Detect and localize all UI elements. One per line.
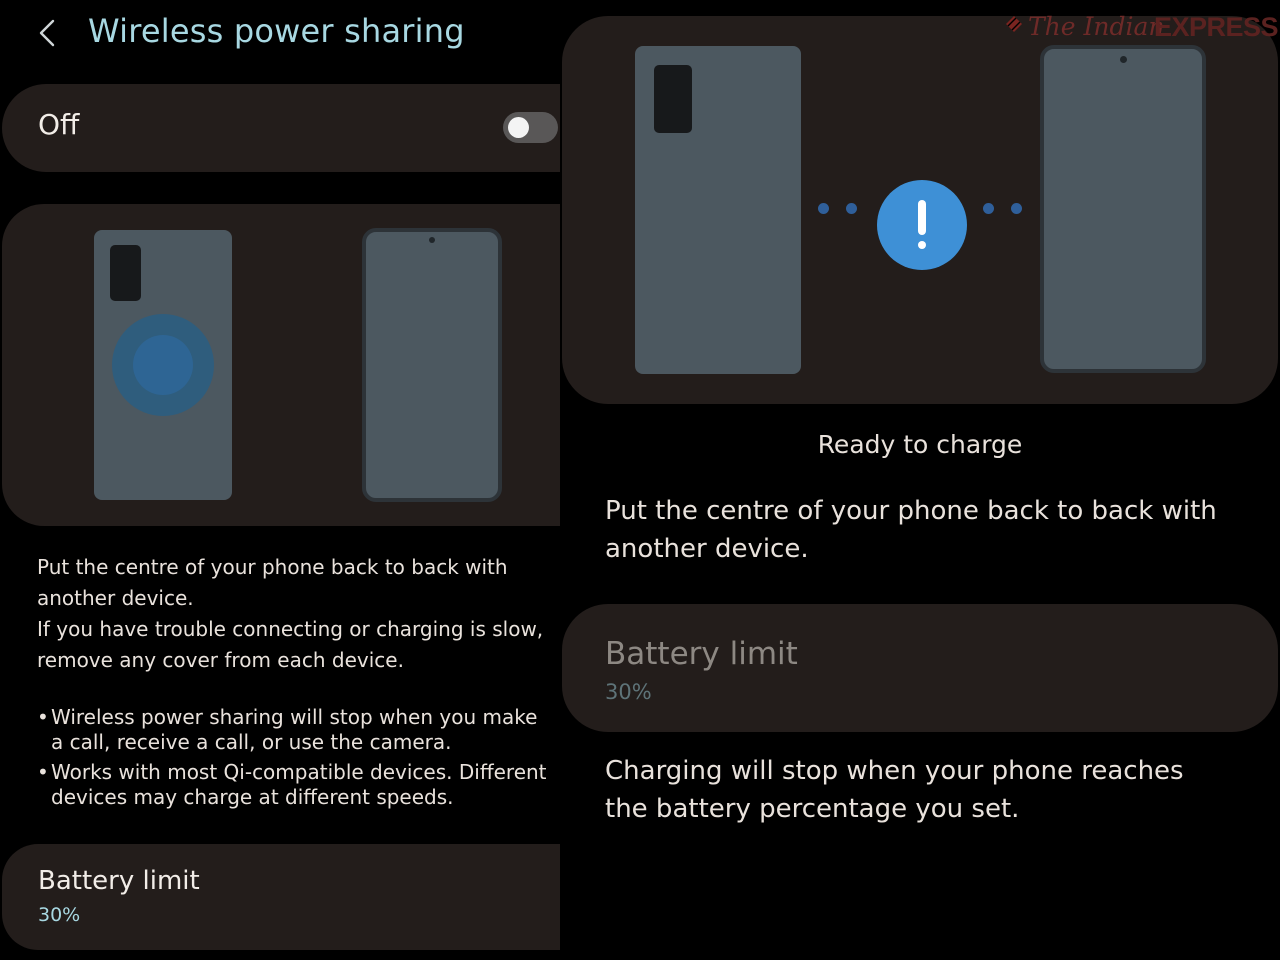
connection-dot bbox=[983, 203, 994, 214]
battery-limit-note: Charging will stop when your phone reach… bbox=[605, 756, 1184, 824]
list-item: • Wireless power sharing will stop when … bbox=[37, 705, 552, 755]
watermark-text: The Indian bbox=[1028, 12, 1165, 41]
header: Wireless power sharing bbox=[0, 0, 560, 72]
instruction-text: Put the centre of your phone back to bac… bbox=[605, 496, 1217, 564]
right-screen: The Indian EXPRESS Ready to charge Put t… bbox=[560, 0, 1280, 960]
connection-dot bbox=[818, 203, 829, 214]
switch-label: Off bbox=[38, 108, 80, 141]
connection-dot bbox=[846, 203, 857, 214]
battery-limit-title: Battery limit bbox=[38, 866, 200, 896]
battery-limit-title: Battery limit bbox=[605, 636, 798, 672]
page-title: Wireless power sharing bbox=[88, 12, 465, 50]
battery-limit-row[interactable]: Battery limit 30% bbox=[562, 604, 1278, 732]
front-camera-dot bbox=[1120, 56, 1127, 63]
status-illustration-card bbox=[562, 16, 1278, 404]
note-text: Works with most Qi-compatible devices. D… bbox=[51, 760, 547, 809]
instructions: Put the centre of your phone back to bac… bbox=[37, 552, 547, 676]
phone-front-illustration bbox=[362, 228, 502, 502]
master-switch-row[interactable]: Off bbox=[2, 84, 560, 172]
status-text: Ready to charge bbox=[817, 430, 1023, 459]
list-item: • Works with most Qi-compatible devices.… bbox=[37, 760, 552, 810]
charging-coil-icon bbox=[112, 314, 214, 416]
instruction-text: Put the centre of your phone back to bac… bbox=[37, 555, 508, 610]
phone-back-illustration bbox=[635, 46, 801, 374]
alert-icon bbox=[877, 180, 967, 270]
chevron-left-icon[interactable] bbox=[36, 18, 60, 48]
watermark: The Indian EXPRESS bbox=[1006, 10, 1279, 42]
front-camera-dot bbox=[429, 237, 435, 243]
battery-limit-value: 30% bbox=[605, 680, 652, 704]
camera-module bbox=[110, 245, 141, 301]
watermark-brand: EXPRESS bbox=[1154, 12, 1279, 42]
camera-module bbox=[654, 65, 692, 133]
left-screen: Wireless power sharing Off Put the centr… bbox=[0, 0, 560, 960]
notes-list: • Wireless power sharing will stop when … bbox=[37, 705, 552, 815]
coil-center bbox=[133, 335, 193, 395]
bullet-icon: • bbox=[37, 760, 49, 784]
bullet-icon: • bbox=[37, 705, 49, 729]
switch-knob bbox=[508, 117, 529, 138]
master-toggle-switch[interactable] bbox=[503, 112, 558, 143]
indian-express-logo-icon bbox=[1006, 16, 1022, 32]
phone-back-illustration bbox=[94, 230, 232, 500]
illustration-card bbox=[2, 204, 560, 526]
instruction-text: If you have trouble connecting or chargi… bbox=[37, 617, 544, 672]
phone-front-illustration bbox=[1040, 45, 1206, 373]
connection-dot bbox=[1011, 203, 1022, 214]
battery-limit-row[interactable]: Battery limit 30% bbox=[2, 844, 560, 950]
note-text: Wireless power sharing will stop when yo… bbox=[51, 705, 538, 754]
exclamation-bar bbox=[918, 200, 926, 235]
exclamation-point bbox=[918, 241, 926, 249]
battery-limit-value: 30% bbox=[38, 904, 81, 926]
